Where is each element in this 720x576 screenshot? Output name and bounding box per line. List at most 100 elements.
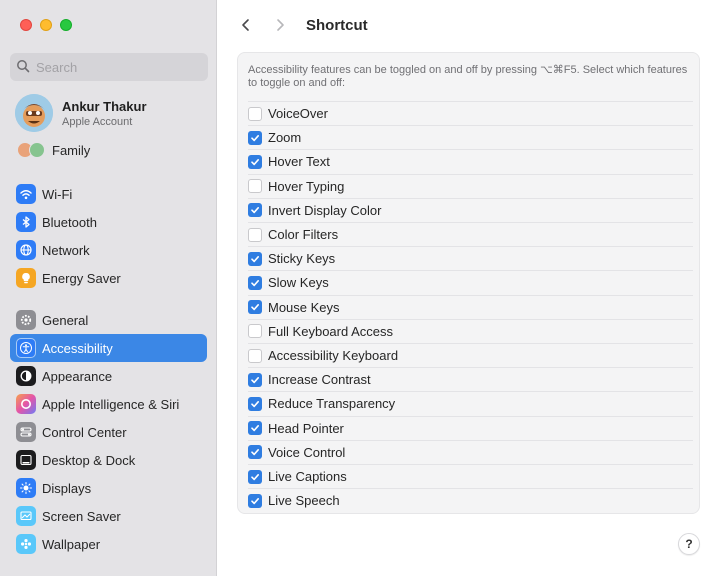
lightbulb-icon	[16, 268, 36, 288]
sidebar-item-desktop-dock[interactable]: Desktop & Dock	[10, 446, 207, 474]
sidebar-item-label: Energy Saver	[42, 270, 121, 286]
family-row[interactable]: Family	[17, 142, 90, 158]
sidebar-item-network[interactable]: Network	[10, 236, 207, 264]
sidebar-item-appearance[interactable]: Appearance	[10, 362, 207, 390]
option-label: Live Captions	[268, 469, 347, 484]
chevron-right-icon	[277, 19, 284, 31]
sidebar-item-label: Control Center	[42, 424, 127, 440]
sidebar-item-label: Bluetooth	[42, 214, 97, 230]
minimize-button[interactable]	[40, 19, 52, 31]
control-center-icon	[16, 422, 36, 442]
option-row[interactable]: Increase Contrast	[248, 367, 693, 391]
checkbox[interactable]	[248, 469, 262, 484]
option-row[interactable]: Reduce Transparency	[248, 391, 693, 415]
account-row[interactable]: Ankur Thakur Apple Account	[15, 94, 147, 132]
family-label: Family	[52, 142, 91, 158]
option-row[interactable]: Mouse Keys	[248, 294, 693, 319]
checkbox[interactable]	[248, 324, 262, 339]
checkbox[interactable]	[248, 227, 262, 242]
sun-icon	[16, 478, 36, 498]
option-label: Hover Text	[268, 154, 330, 170]
option-row[interactable]: Color Filters	[248, 222, 693, 246]
checkbox[interactable]	[248, 251, 262, 266]
sidebar: Ankur Thakur Apple Account Family Wi-Fi …	[0, 0, 217, 576]
checkbox[interactable]	[248, 179, 262, 194]
checkbox[interactable]	[248, 203, 262, 218]
sidebar-item-label: Screen Saver	[42, 508, 121, 524]
checkbox[interactable]	[248, 154, 262, 169]
option-row[interactable]: Full Keyboard Access	[248, 318, 693, 343]
forward-button[interactable]	[269, 14, 291, 36]
option-label: Full Keyboard Access	[268, 323, 394, 339]
screen-saver-icon	[16, 506, 36, 526]
sidebar-item-general[interactable]: General	[10, 306, 207, 334]
sidebar-item-control-center[interactable]: Control Center	[10, 418, 207, 446]
sidebar-item-wifi[interactable]: Wi-Fi	[10, 180, 207, 208]
option-label: Increase Contrast	[268, 372, 371, 388]
search-field[interactable]	[10, 53, 208, 81]
checkbox[interactable]	[248, 372, 262, 387]
shortcut-options-panel: Accessibility features can be toggled on…	[237, 52, 700, 514]
sidebar-item-displays[interactable]: Displays	[10, 474, 207, 502]
checkbox[interactable]	[248, 106, 262, 121]
sidebar-item-wallpaper[interactable]: Wallpaper	[10, 530, 207, 558]
checkbox[interactable]	[248, 130, 262, 145]
sidebar-item-label: Desktop & Dock	[42, 452, 136, 468]
option-label: Hover Typing	[268, 178, 345, 194]
option-label: Voice Control	[268, 444, 346, 460]
zoom-button[interactable]	[60, 19, 72, 31]
option-label: Invert Display Color	[268, 202, 382, 218]
sidebar-item-apple-intelligence-siri[interactable]: Apple Intelligence & Siri	[10, 390, 207, 418]
back-button[interactable]	[235, 14, 257, 36]
close-button[interactable]	[20, 19, 32, 31]
option-row[interactable]: Invert Display Color	[248, 197, 693, 222]
checkbox[interactable]	[248, 300, 262, 315]
option-row[interactable]: Voice Control	[248, 439, 693, 464]
account-name: Ankur Thakur	[62, 98, 147, 114]
option-row[interactable]: Head Pointer	[248, 415, 693, 440]
search-icon	[16, 59, 30, 76]
shortcut-description: Accessibility features can be toggled on…	[248, 64, 688, 89]
family-avatars-icon	[17, 142, 45, 158]
sidebar-item-label: Network	[42, 242, 90, 258]
option-label: Live Speech	[268, 493, 340, 509]
checkbox[interactable]	[248, 421, 262, 436]
sidebar-item-label: General	[42, 312, 89, 328]
sidebar-item-label: Displays	[42, 480, 92, 496]
globe-icon	[16, 240, 36, 260]
main-content: Shortcut Accessibility features can be t…	[217, 0, 720, 576]
sidebar-item-screen-saver[interactable]: Screen Saver	[10, 502, 207, 530]
sidebar-item-accessibility[interactable]: Accessibility	[10, 334, 207, 362]
option-label: Accessibility Keyboard	[268, 348, 399, 363]
accessibility-icon	[16, 338, 36, 358]
checkbox[interactable]	[248, 396, 262, 411]
bluetooth-icon	[16, 212, 36, 232]
option-row[interactable]: Accessibility Keyboard	[248, 343, 693, 367]
option-row[interactable]: Hover Typing	[248, 173, 693, 198]
sidebar-item-label: Apple Intelligence & Siri	[42, 396, 180, 412]
option-row[interactable]: VoiceOver	[248, 101, 693, 125]
option-row[interactable]: Live Captions	[248, 464, 693, 488]
option-row[interactable]: Hover Text	[248, 149, 693, 173]
checkbox[interactable]	[248, 275, 262, 290]
option-row[interactable]: Live Speech	[248, 488, 693, 512]
option-label: VoiceOver	[268, 106, 328, 121]
help-button[interactable]: ?	[678, 533, 700, 555]
system-settings-window: Ankur Thakur Apple Account Family Wi-Fi …	[0, 0, 720, 576]
option-row[interactable]: Sticky Keys	[248, 246, 693, 270]
option-row[interactable]: Zoom	[248, 125, 693, 149]
checkbox[interactable]	[248, 445, 262, 460]
option-label: Zoom	[268, 130, 302, 146]
wallpaper-icon	[16, 534, 36, 554]
dock-icon	[16, 450, 36, 470]
checkbox[interactable]	[248, 348, 262, 363]
search-input[interactable]	[36, 59, 196, 75]
option-row[interactable]: Slow Keys	[248, 270, 693, 294]
sidebar-item-bluetooth[interactable]: Bluetooth	[10, 208, 207, 236]
sidebar-item-label: Appearance	[42, 368, 113, 384]
sidebar-item-energy-saver[interactable]: Energy Saver	[10, 264, 207, 292]
checkbox[interactable]	[248, 493, 262, 508]
sidebar-item-label: Wi-Fi	[42, 186, 73, 202]
option-label: Sticky Keys	[268, 251, 336, 267]
window-controls	[20, 19, 72, 31]
